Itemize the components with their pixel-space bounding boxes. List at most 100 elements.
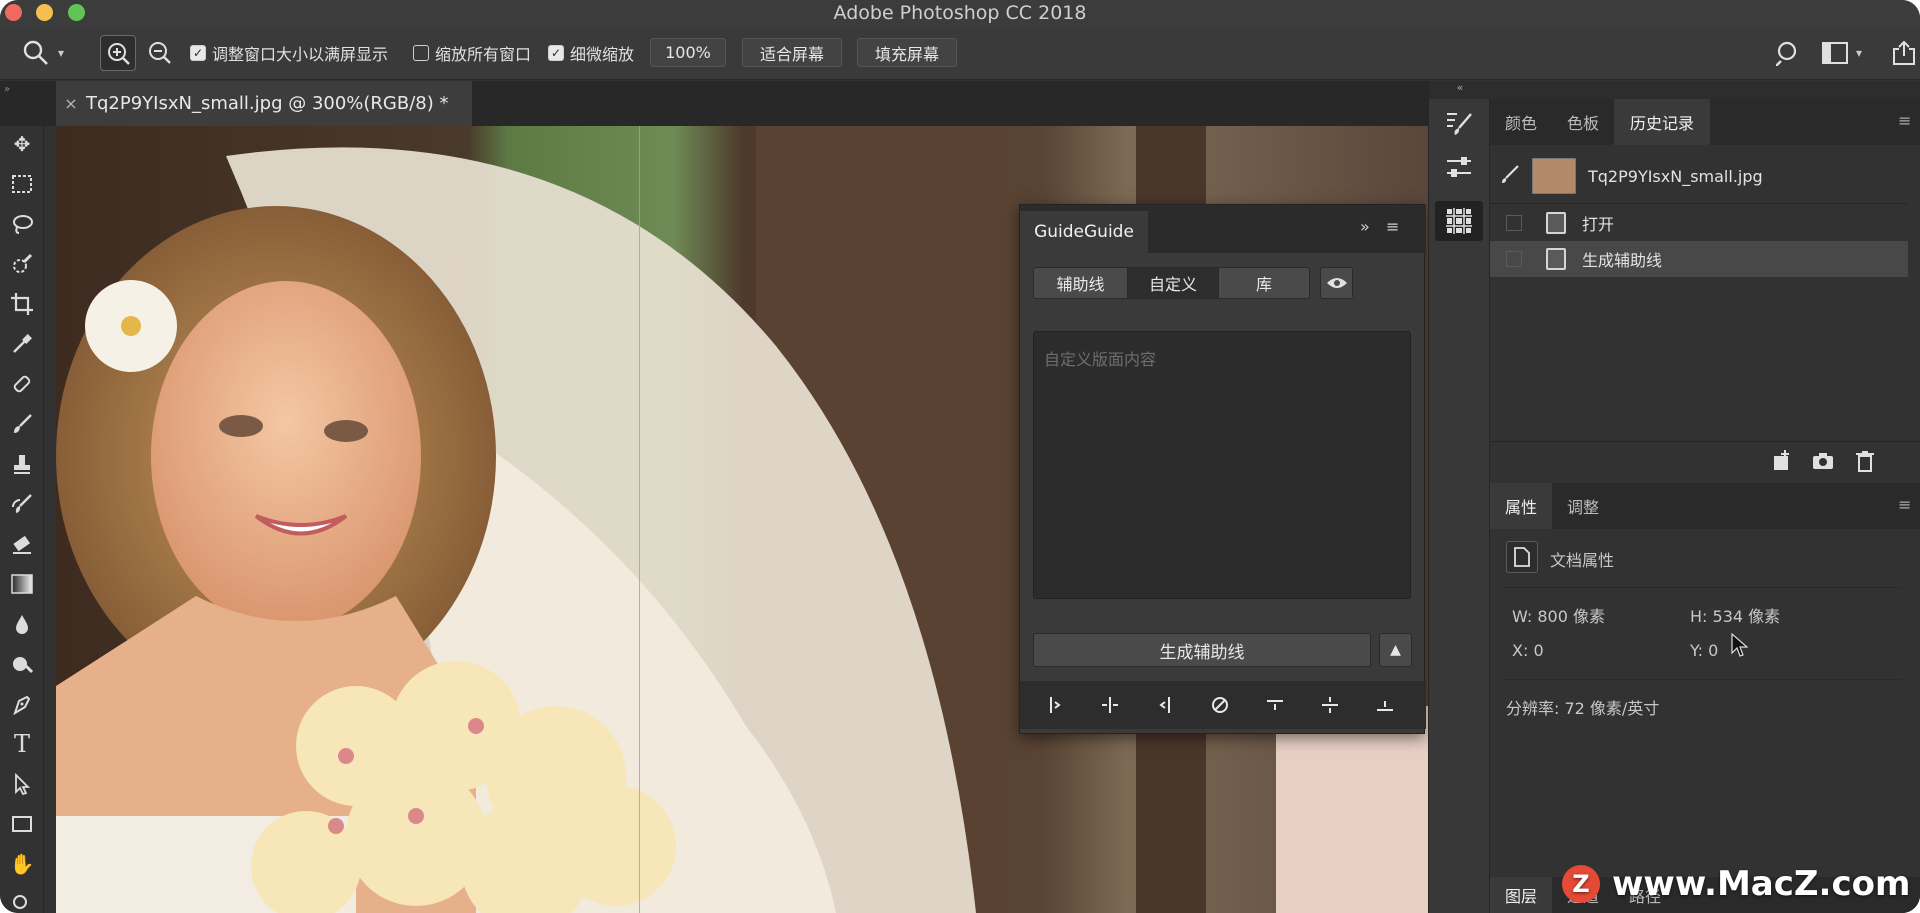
guideguide-quick-tools: [1020, 681, 1426, 729]
gradient-tool-icon[interactable]: [0, 566, 44, 602]
trash-icon[interactable]: [1856, 450, 1874, 476]
tab-custom[interactable]: 自定义: [1127, 267, 1219, 299]
history-brush-source-icon[interactable]: [1500, 164, 1520, 188]
guideguide-header: GuideGuide » ≡: [1020, 205, 1426, 253]
properties-panel-group: 属性 调整 ≡ 文档属性 W: 800 像素 H: 534 像素 X: 0 Y:…: [1490, 483, 1920, 873]
zoom-all-windows-option[interactable]: 缩放所有窗口: [413, 26, 531, 80]
fit-screen-button[interactable]: 适合屏幕: [742, 38, 842, 67]
panel-menu-icon[interactable]: ≡: [1898, 111, 1911, 130]
toggle-visibility-button[interactable]: [1320, 267, 1353, 299]
tab-library[interactable]: 库: [1218, 267, 1310, 299]
path-selection-tool-icon[interactable]: [0, 766, 44, 802]
tab-layers[interactable]: 图层: [1490, 877, 1552, 913]
workspace-switcher[interactable]: ▾: [1822, 26, 1862, 80]
lasso-tool-icon[interactable]: [0, 206, 44, 242]
tab-color[interactable]: 颜色: [1490, 99, 1552, 145]
properties-tab-bar: 属性 调整 ≡: [1490, 483, 1920, 529]
dodge-tool-icon[interactable]: [0, 646, 44, 682]
guide-center-horizontal-icon[interactable]: [1310, 681, 1350, 729]
document-icon: [1546, 212, 1566, 234]
history-brush-tool-icon[interactable]: [0, 486, 44, 522]
collapse-panel-icon[interactable]: »: [1360, 217, 1370, 236]
watermark-text: www.MacZ.com: [1612, 864, 1911, 904]
resize-windows-option[interactable]: ✓ 调整窗口大小以满屏显示: [190, 26, 388, 80]
hand-tool-icon[interactable]: ✋: [0, 846, 44, 882]
marquee-tool-icon[interactable]: [0, 166, 44, 202]
custom-layout-input[interactable]: 自定义版面内容: [1033, 331, 1411, 599]
tab-swatches[interactable]: 色板: [1552, 99, 1614, 145]
history-snapshot[interactable]: Tq2P9YIsxN_small.jpg: [1490, 151, 1908, 201]
quick-selection-tool-icon[interactable]: [0, 246, 44, 282]
brush-tool-icon[interactable]: [0, 406, 44, 442]
document-tab[interactable]: × Tq2P9YIsxN_small.jpg @ 300%(RGB/8) *: [56, 81, 472, 126]
panel-menu-icon[interactable]: ≡: [1898, 495, 1911, 514]
guide-right-icon[interactable]: [1145, 681, 1185, 729]
close-tab-icon[interactable]: ×: [56, 94, 86, 113]
pen-tool-icon[interactable]: [0, 686, 44, 722]
zoom-value-button[interactable]: 100%: [650, 38, 726, 67]
chevron-down-icon: ▾: [58, 46, 65, 60]
photoshop-window: Adobe Photoshop CC 2018 ▾ ✓ 调整窗口大小以满屏显示 …: [0, 0, 1920, 913]
zoom-tool-preset[interactable]: ▾: [22, 26, 64, 80]
expand-settings-button[interactable]: ▲: [1379, 633, 1412, 667]
share-button[interactable]: [1892, 26, 1916, 80]
type-tool-icon[interactable]: T: [0, 726, 44, 762]
move-tool-icon[interactable]: ✥: [0, 126, 44, 162]
tab-adjustments[interactable]: 调整: [1552, 483, 1614, 529]
search-button[interactable]: [1776, 26, 1802, 80]
eraser-tool-icon[interactable]: [0, 526, 44, 562]
expand-toolbar-icon[interactable]: »: [0, 84, 14, 95]
panel-menu-icon[interactable]: ≡: [1386, 217, 1399, 236]
guide-center-vertical-icon[interactable]: [1090, 681, 1130, 729]
window-title: Adobe Photoshop CC 2018: [833, 2, 1087, 24]
history-tab-bar: 颜色 色板 历史记录 ≡: [1490, 99, 1920, 145]
guide-left-icon[interactable]: [1035, 681, 1075, 729]
tab-guides[interactable]: 辅助线: [1033, 267, 1128, 299]
history-brush-slot[interactable]: [1506, 251, 1522, 267]
history-item-generate-guides[interactable]: 生成辅助线: [1490, 241, 1908, 277]
document-icon: [1546, 248, 1566, 270]
resize-windows-checkbox[interactable]: ✓: [190, 45, 206, 61]
history-panel-group: 颜色 色板 历史记录 ≡ Tq2P9YIsxN_small.jpg 打开 生成辅…: [1490, 81, 1920, 481]
vertical-guide-line[interactable]: [639, 126, 640, 913]
brush-settings-icon[interactable]: [1435, 103, 1483, 143]
history-divider: [1490, 203, 1908, 204]
new-document-from-state-icon[interactable]: [1770, 450, 1792, 476]
guideguide-dock-icon[interactable]: [1435, 201, 1483, 241]
blur-tool-icon[interactable]: [0, 606, 44, 642]
scrubby-zoom-option[interactable]: ✓ 细微缩放: [548, 26, 634, 80]
clear-guides-icon[interactable]: [1200, 681, 1240, 729]
zoom-in-button[interactable]: [100, 35, 136, 71]
history-brush-slot[interactable]: [1506, 215, 1522, 231]
snapshot-thumbnail: [1532, 158, 1576, 194]
scrubby-zoom-checkbox[interactable]: ✓: [548, 45, 564, 61]
generate-guides-button[interactable]: 生成辅助线: [1033, 633, 1371, 667]
guide-bottom-icon[interactable]: [1365, 681, 1405, 729]
zoom-out-button[interactable]: [146, 26, 174, 80]
panel-dock: «: [1428, 81, 1491, 913]
history-item-open[interactable]: 打开: [1490, 205, 1908, 241]
guideguide-title[interactable]: GuideGuide: [1020, 211, 1148, 253]
zoom-all-windows-label: 缩放所有窗口: [435, 45, 532, 64]
zoom-tool-icon: [23, 40, 48, 65]
history-item-label: 打开: [1582, 215, 1615, 234]
guide-top-icon[interactable]: [1255, 681, 1295, 729]
eyedropper-tool-icon[interactable]: [0, 326, 44, 362]
zoom-tool-small-icon[interactable]: [0, 886, 44, 913]
tab-history[interactable]: 历史记录: [1614, 99, 1710, 145]
crop-tool-icon[interactable]: [0, 286, 44, 322]
workspace-icon: [1822, 42, 1848, 64]
zoom-all-windows-checkbox[interactable]: [413, 45, 429, 61]
camera-icon[interactable]: [1812, 451, 1834, 475]
rectangle-tool-icon[interactable]: [0, 806, 44, 842]
watermark-logo: Z: [1562, 865, 1600, 903]
search-icon: [1776, 41, 1797, 66]
height-value: H: 534 像素: [1690, 607, 1781, 626]
site-watermark: Z www.MacZ.com: [1562, 862, 1910, 906]
clone-stamp-tool-icon[interactable]: [0, 446, 44, 482]
fill-screen-button[interactable]: 填充屏幕: [857, 38, 957, 67]
healing-brush-tool-icon[interactable]: [0, 366, 44, 402]
tab-properties[interactable]: 属性: [1490, 483, 1552, 529]
collapse-dock-icon[interactable]: «: [1429, 81, 1491, 99]
adjustments-icon[interactable]: [1435, 147, 1483, 187]
